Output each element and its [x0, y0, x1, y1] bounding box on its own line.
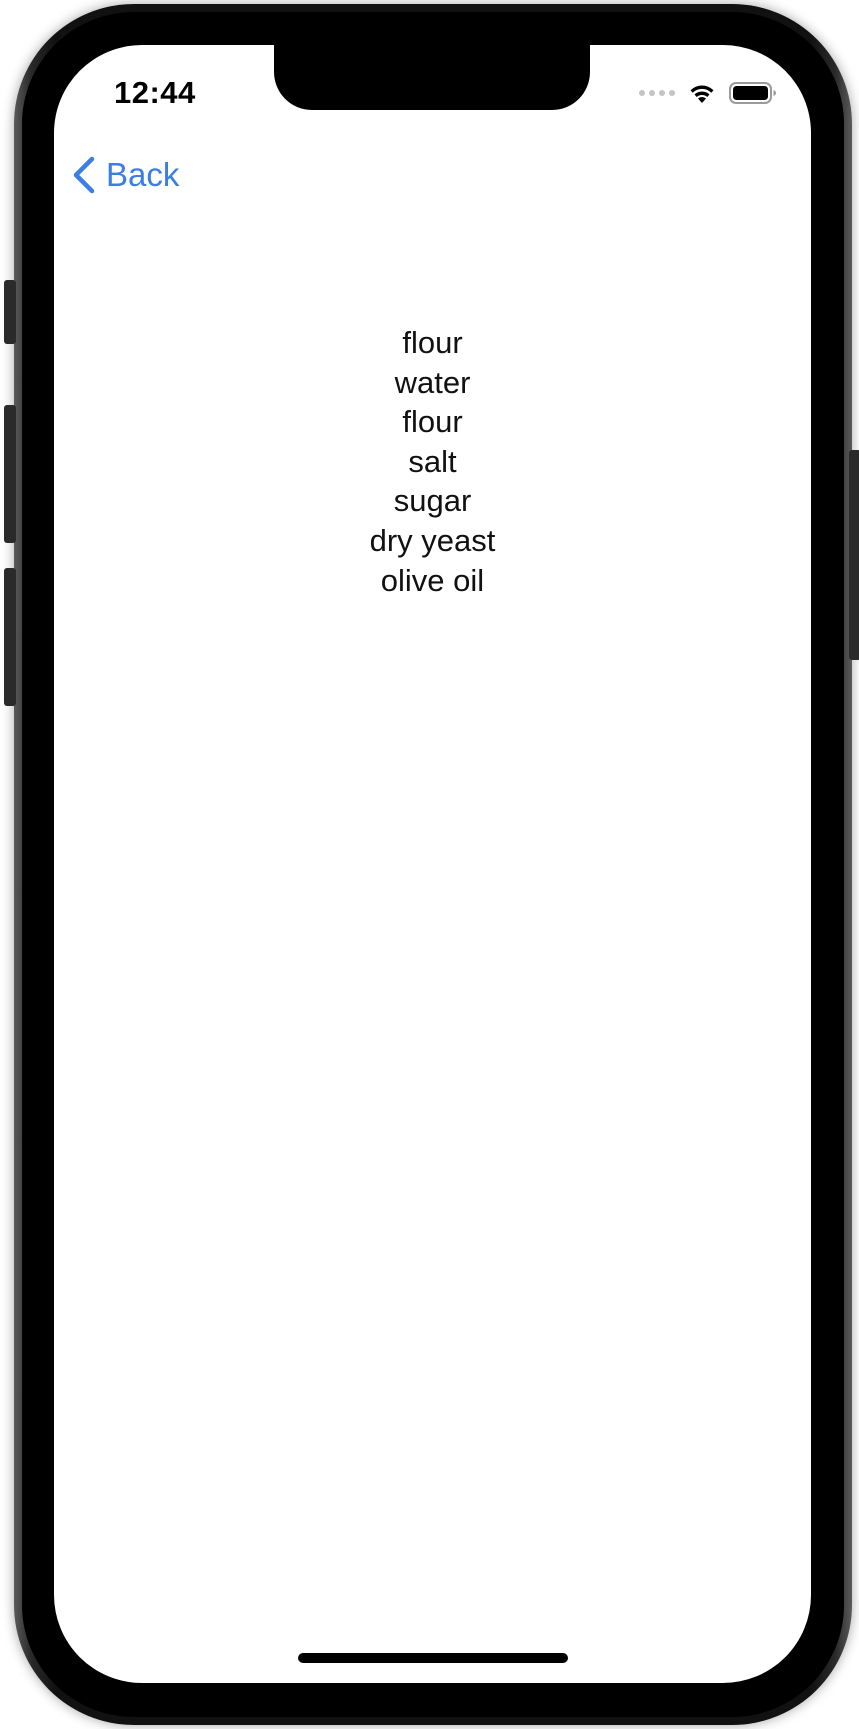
power-button — [849, 450, 859, 660]
battery-icon — [729, 82, 776, 104]
cellular-signal-icon — [639, 90, 675, 96]
list-item: salt — [408, 443, 457, 479]
list-item: flour — [402, 404, 463, 440]
volume-up-button — [4, 405, 16, 543]
home-indicator[interactable] — [298, 1653, 568, 1663]
chevron-left-icon — [73, 156, 95, 194]
notch — [274, 45, 590, 110]
list-item: olive oil — [380, 562, 485, 598]
status-time: 12:44 — [114, 75, 196, 110]
list-item: sugar — [393, 483, 472, 519]
back-button-label: Back — [106, 156, 180, 193]
status-icons — [639, 79, 777, 107]
back-button[interactable]: Back — [70, 155, 179, 195]
screen: 12:44 Back flour water flour salt sugar … — [54, 45, 811, 1683]
list-item: water — [394, 364, 471, 400]
wifi-icon — [690, 85, 714, 103]
volume-down-button — [4, 568, 16, 706]
list-item: dry yeast — [369, 522, 496, 558]
list-item: flour — [402, 325, 463, 360]
silent-switch — [4, 280, 16, 344]
ingredients-list: flour water flour salt sugar dry yeast o… — [54, 323, 811, 600]
